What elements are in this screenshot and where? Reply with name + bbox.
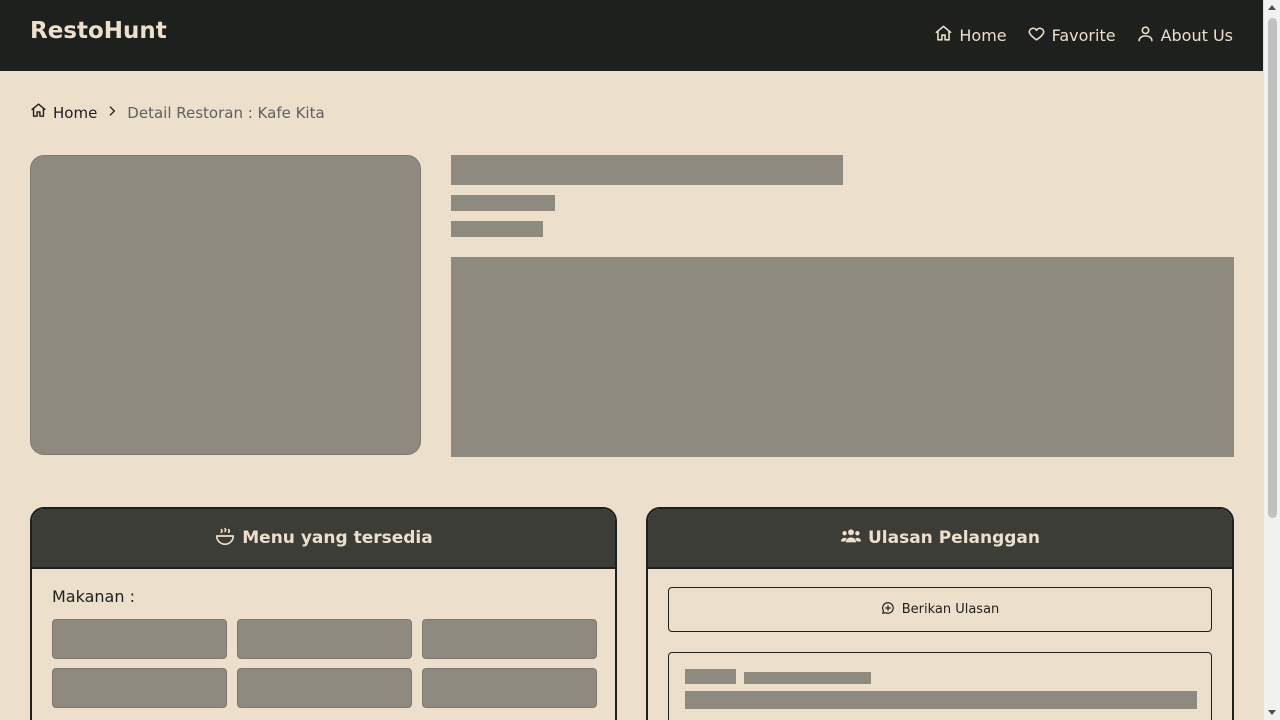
restaurant-info-skeleton bbox=[451, 195, 555, 211]
review-card-title: Ulasan Pelanggan bbox=[867, 528, 1041, 548]
comment-plus-icon bbox=[881, 601, 895, 619]
review-card-header: Ulasan Pelanggan bbox=[648, 509, 1232, 569]
page: RestoHunt Home Favorite About Us Home De… bbox=[0, 0, 1263, 720]
breadcrumb-home-link[interactable]: Home bbox=[30, 102, 97, 123]
home-icon bbox=[934, 24, 953, 47]
nav-about-label: About Us bbox=[1160, 26, 1233, 45]
add-review-button[interactable]: Berikan Ulasan bbox=[668, 587, 1212, 632]
menu-item-skeleton bbox=[52, 619, 227, 659]
nav-favorite-link[interactable]: Favorite bbox=[1027, 24, 1116, 47]
home-icon bbox=[30, 102, 47, 123]
menu-card: Menu yang tersedia Makanan : bbox=[30, 507, 617, 720]
nav-home-link[interactable]: Home bbox=[934, 24, 1007, 47]
navbar: RestoHunt Home Favorite About Us bbox=[0, 0, 1263, 71]
scrollbar-thumb[interactable] bbox=[1268, 18, 1277, 518]
nav-about-link[interactable]: About Us bbox=[1136, 24, 1233, 47]
breadcrumb-home-label: Home bbox=[53, 103, 98, 122]
reviewer-name-skeleton bbox=[685, 669, 736, 684]
chevron-right-icon bbox=[105, 104, 119, 122]
menu-card-header: Menu yang tersedia bbox=[32, 509, 615, 569]
brand-logo[interactable]: RestoHunt bbox=[30, 18, 167, 44]
food-section-label: Makanan : bbox=[52, 587, 135, 606]
review-date-skeleton bbox=[744, 672, 871, 684]
menu-item-skeleton bbox=[52, 668, 227, 708]
nav-favorite-label: Favorite bbox=[1051, 26, 1116, 45]
scroll-down-arrow-icon[interactable] bbox=[1268, 710, 1276, 715]
review-card: Ulasan Pelanggan Berikan Ulasan bbox=[646, 507, 1234, 720]
menu-item-skeleton bbox=[237, 668, 412, 708]
nav-home-label: Home bbox=[959, 26, 1007, 45]
nav-links: Home Favorite About Us bbox=[934, 24, 1233, 47]
review-text-skeleton bbox=[685, 691, 1197, 709]
users-icon bbox=[840, 525, 862, 552]
restaurant-name-skeleton bbox=[451, 155, 843, 185]
food-menu-grid bbox=[52, 619, 597, 708]
menu-item-skeleton bbox=[422, 668, 597, 708]
bowl-icon bbox=[214, 525, 236, 552]
scroll-up-arrow-icon[interactable] bbox=[1268, 5, 1276, 10]
heart-icon bbox=[1027, 24, 1046, 47]
page-scrollbar[interactable] bbox=[1263, 0, 1280, 720]
breadcrumb: Home Detail Restoran : Kafe Kita bbox=[30, 102, 325, 123]
user-icon bbox=[1136, 24, 1155, 47]
restaurant-info-skeleton bbox=[451, 221, 543, 237]
breadcrumb-current: Detail Restoran : Kafe Kita bbox=[127, 103, 325, 122]
menu-card-title: Menu yang tersedia bbox=[242, 528, 433, 548]
menu-item-skeleton bbox=[422, 619, 597, 659]
review-item-skeleton bbox=[668, 652, 1212, 720]
add-review-label: Berikan Ulasan bbox=[901, 602, 1000, 617]
restaurant-description-skeleton bbox=[451, 257, 1234, 457]
restaurant-image-skeleton bbox=[30, 155, 421, 455]
menu-item-skeleton bbox=[237, 619, 412, 659]
